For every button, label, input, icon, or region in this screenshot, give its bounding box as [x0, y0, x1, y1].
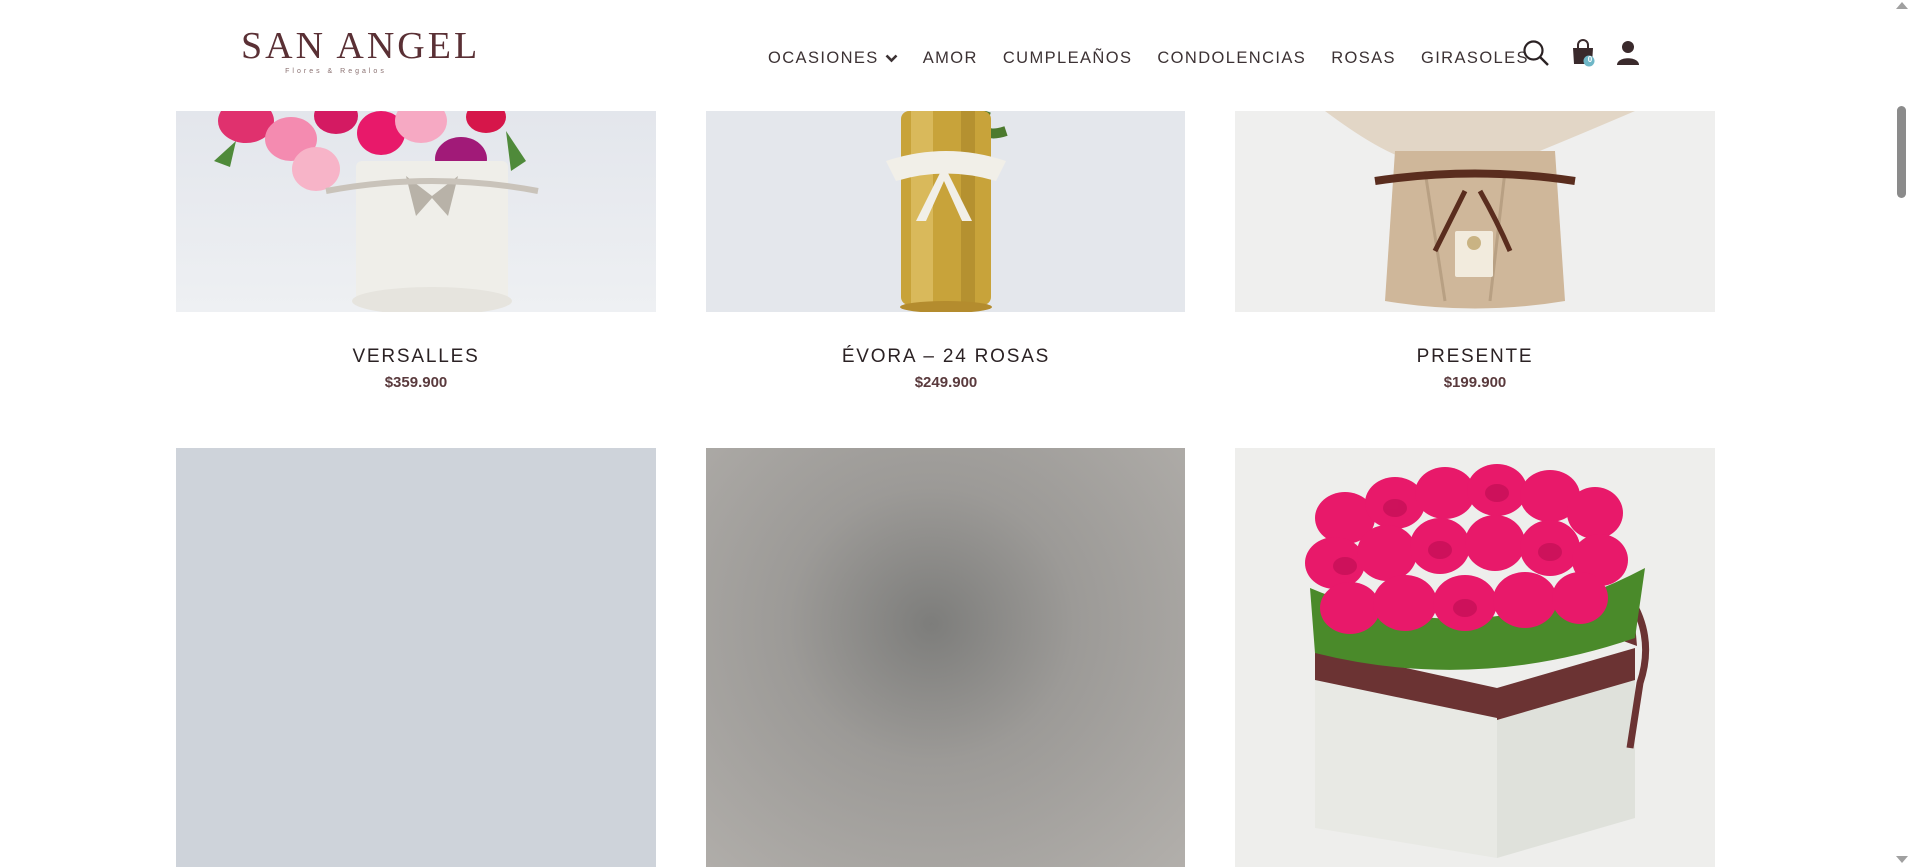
product-image-evora[interactable] — [706, 111, 1185, 312]
nav-item-label: OCASIONES — [768, 48, 879, 67]
nav-item-ocasiones[interactable]: OCASIONES — [768, 49, 898, 68]
product-image-rose-box[interactable] — [1235, 448, 1715, 867]
product-price: $359.900 — [384, 374, 448, 391]
shopping-bag-icon[interactable]: 0 — [1568, 36, 1598, 70]
scroll-thumb[interactable] — [1897, 106, 1906, 198]
product-price: $249.900 — [914, 374, 978, 391]
product-name[interactable]: PRESENTE — [1235, 346, 1715, 368]
nav-item-amor[interactable]: AMOR — [923, 49, 978, 68]
product-price: $199.900 — [1443, 374, 1507, 391]
brand-logo[interactable]: SAN ANGEL Flores & Regalos — [241, 24, 481, 84]
main-nav: OCASIONES AMOR CUMPLEAÑOS CONDOLENCIAS R… — [768, 40, 1554, 76]
nav-item-cumpleanos[interactable]: CUMPLEAÑOS — [1003, 49, 1133, 68]
product-image-placeholder[interactable] — [176, 448, 656, 867]
product-image-presente[interactable] — [1235, 111, 1715, 312]
scroll-down-arrow-icon[interactable] — [1896, 856, 1908, 863]
cart-count-badge: 0 — [1587, 55, 1593, 64]
user-icon[interactable] — [1613, 36, 1643, 70]
brand-tagline: Flores & Regalos — [285, 68, 387, 75]
site-header: SAN ANGEL Flores & Regalos OCASIONES AMO… — [0, 0, 1893, 111]
product-image-loading[interactable] — [706, 448, 1185, 867]
nav-item-rosas[interactable]: ROSAS — [1331, 49, 1396, 68]
product-image-versalles[interactable] — [176, 111, 656, 312]
product-name[interactable]: VERSALLES — [176, 346, 656, 368]
page-scrollbar[interactable] — [1893, 0, 1910, 867]
product-name[interactable]: ÉVORA – 24 ROSAS — [706, 346, 1186, 368]
scroll-up-arrow-icon[interactable] — [1896, 2, 1908, 9]
nav-item-condolencias[interactable]: CONDOLENCIAS — [1157, 49, 1306, 68]
nav-item-girasoles[interactable]: GIRASOLES — [1421, 49, 1529, 68]
brand-name: SAN ANGEL — [241, 25, 481, 67]
search-icon[interactable] — [1521, 36, 1551, 70]
chevron-down-icon — [885, 49, 898, 68]
